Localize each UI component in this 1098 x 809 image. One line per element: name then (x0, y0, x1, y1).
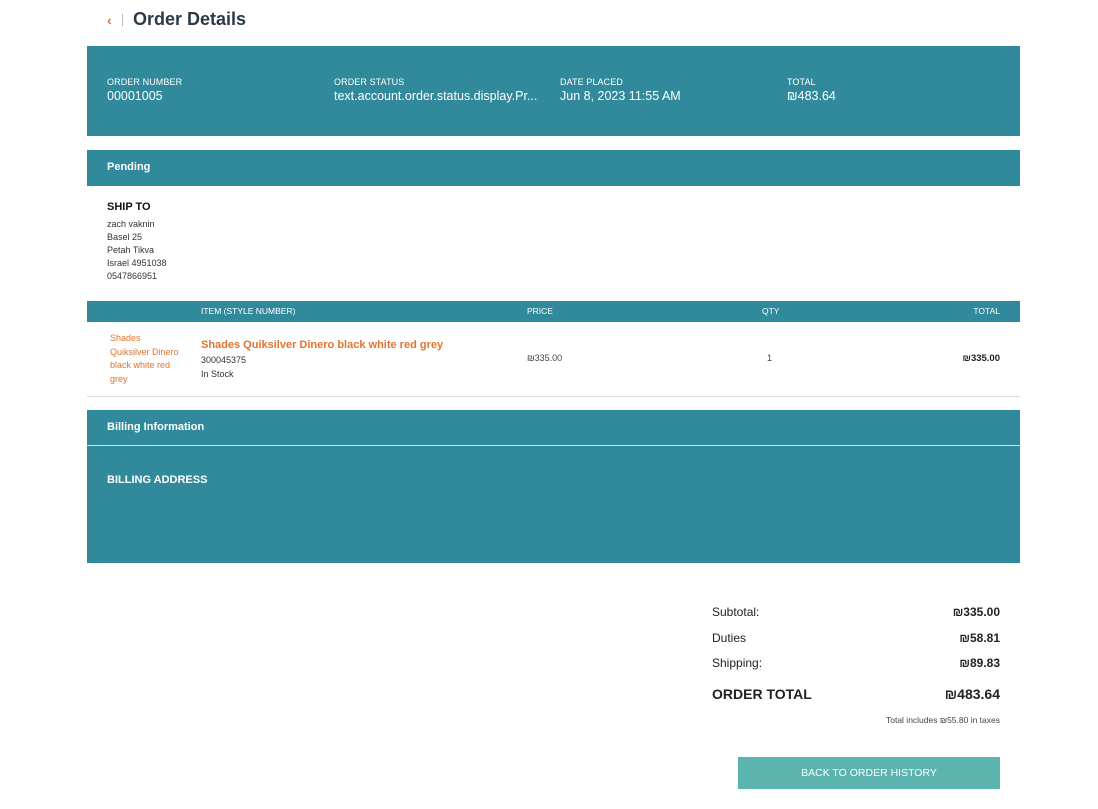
order-number-label: ORDER NUMBER (107, 77, 183, 87)
billing-header: Billing Information (87, 410, 1020, 446)
item-price: ₪335.00 (527, 353, 563, 363)
items-table-header: ITEM (STYLE NUMBER) PRICE QTY TOTAL (87, 301, 1020, 322)
divider (122, 14, 123, 26)
stock-status: In Stock (201, 369, 234, 379)
billing-title: Billing Information (107, 421, 205, 433)
product-name-link[interactable]: Shades Quiksilver Dinero black white red… (201, 339, 443, 351)
shipping-value: ₪89.83 (959, 656, 1000, 670)
ship-to-street: Basel 25 (107, 232, 143, 242)
tax-note: Total includes ₪55.80 in taxes (885, 714, 1000, 725)
status-text: Pending (107, 161, 151, 173)
date-placed-label: DATE PLACED (560, 77, 623, 87)
ship-to-title: SHIP TO (107, 201, 151, 213)
order-summary: ORDER NUMBER 00001005 ORDER STATUS text.… (87, 46, 1020, 136)
chevron-left-icon[interactable]: ‹ (107, 12, 117, 28)
item-total: ₪335.00 (962, 353, 1000, 364)
billing-section: Billing Information BILLING ADDRESS (87, 410, 1020, 563)
duties-label: Duties (712, 630, 747, 645)
shipping-row: Shipping: ₪89.83 (712, 656, 1000, 682)
back-to-order-history-button[interactable]: BACK TO ORDER HISTORY (738, 757, 1000, 789)
order-status-label: ORDER STATUS (334, 77, 405, 87)
order-total-value: ₪483.64 (944, 685, 1000, 702)
date-placed-block: DATE PLACED Jun 8, 2023 11:55 AM (560, 77, 775, 103)
product-meta: 300045375 In Stock (201, 353, 246, 381)
order-number-value: 00001005 (107, 89, 163, 103)
order-number-block: ORDER NUMBER 00001005 (107, 77, 322, 103)
duties-value: ₪58.81 (959, 630, 1000, 645)
total-block: TOTAL ₪483.64 (787, 77, 1002, 103)
order-status-block: ORDER STATUS text.account.order.status.d… (334, 77, 549, 103)
order-totals: Subtotal: ₪335.00 Duties ₪58.81 Shipping… (712, 605, 1000, 725)
status-band: Pending (87, 150, 1020, 186)
col-qty: QTY (762, 306, 780, 316)
order-total-label: ORDER TOTAL (712, 685, 812, 702)
table-row: Shades Quiksilver Dinero black white red… (87, 322, 1020, 397)
subtotal-value: ₪335.00 (952, 605, 1000, 619)
ship-to-city: Petah Tikva (107, 245, 155, 255)
ship-to-address: zach vaknin Basel 25 Petah Tikva Israel … (107, 218, 167, 283)
total-value: ₪483.64 (787, 89, 836, 103)
page-title: Order Details (133, 9, 247, 29)
subtotal-row: Subtotal: ₪335.00 (712, 605, 1000, 631)
subtotal-label: Subtotal: (712, 605, 760, 619)
ship-to-country-zip: Israel 4951038 (107, 258, 167, 268)
item-qty: 1 (767, 353, 773, 363)
total-label: TOTAL (787, 77, 816, 87)
duties-row: Duties ₪58.81 (712, 631, 1000, 657)
order-status-value: text.account.order.status.display.Pr... (334, 89, 538, 103)
ship-to-name: zach vaknin (107, 219, 155, 229)
col-item: ITEM (STYLE NUMBER) (201, 306, 296, 316)
style-number: 300045375 (201, 355, 247, 365)
product-image[interactable]: Shades Quiksilver Dinero black white red… (110, 332, 180, 386)
shipping-label: Shipping: (712, 656, 763, 670)
col-total: TOTAL (973, 306, 1000, 316)
date-placed-value: Jun 8, 2023 11:55 AM (560, 89, 681, 103)
ship-to-phone: 0547866951 (107, 271, 158, 281)
back-link[interactable]: ‹ (107, 12, 132, 28)
order-total-row: ORDER TOTAL ₪483.64 (712, 686, 1000, 702)
col-price: PRICE (527, 306, 553, 316)
billing-address-label: BILLING ADDRESS (107, 474, 208, 486)
